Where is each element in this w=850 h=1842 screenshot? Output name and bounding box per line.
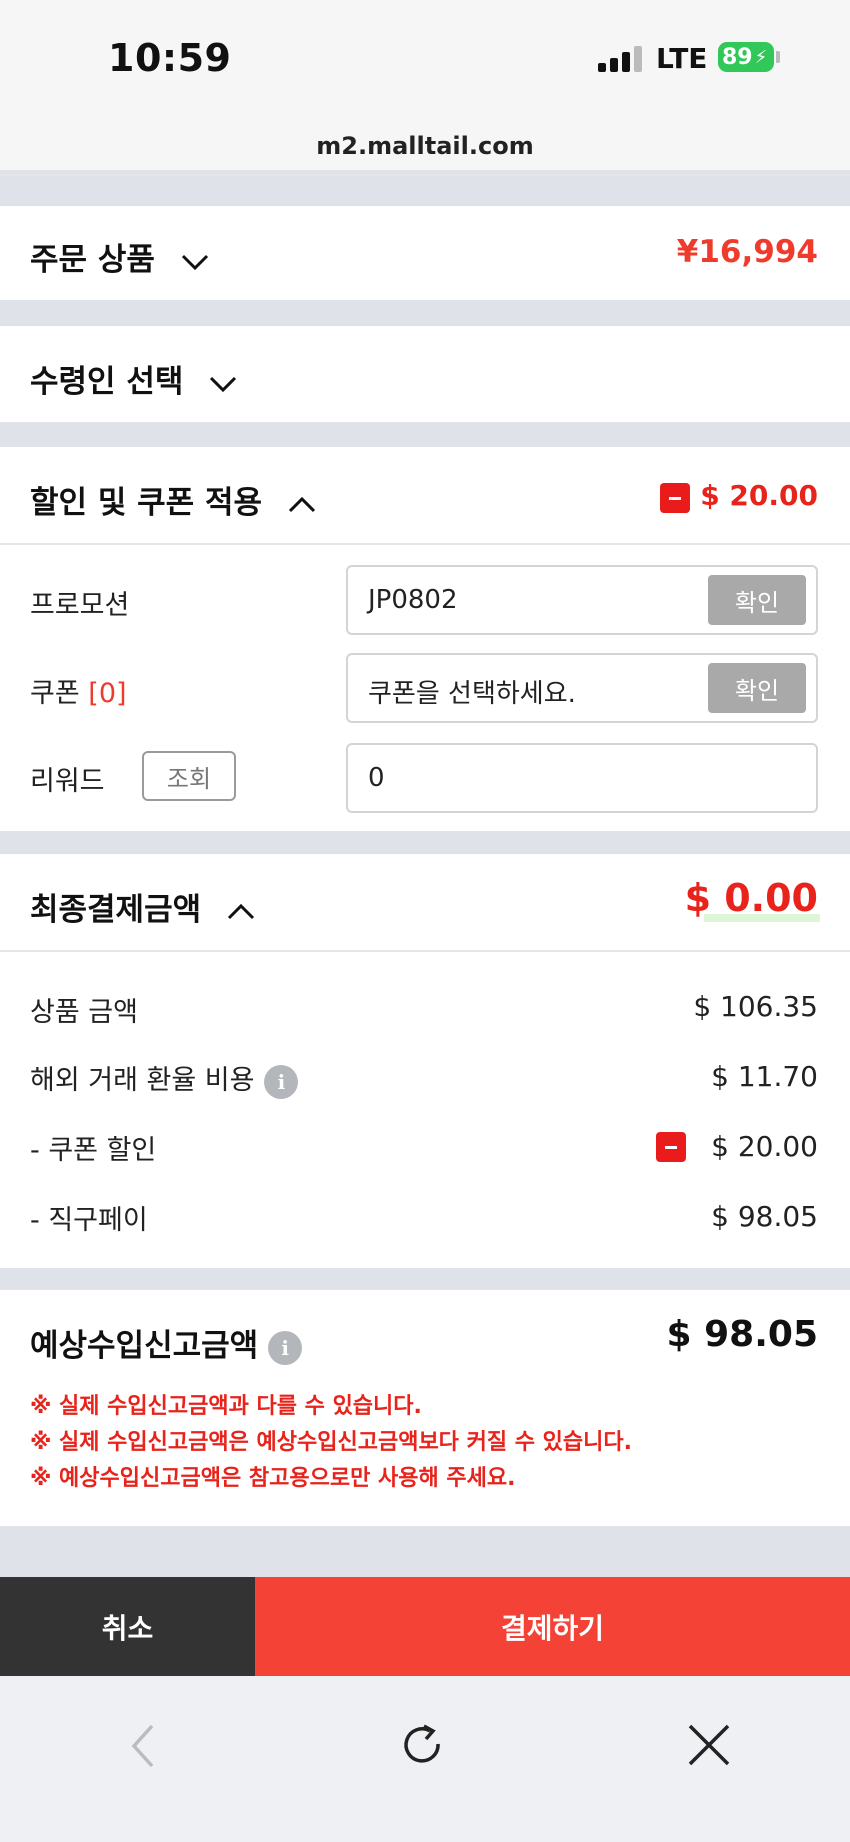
coupon-placeholder: 쿠폰을 선택하세요.: [368, 679, 576, 709]
minus-icon: [660, 483, 690, 513]
promotion-input[interactable]: JP0802 확인: [346, 565, 818, 635]
order-items-header[interactable]: 주문 상품: [30, 234, 210, 279]
reward-label: 리워드 조회: [30, 751, 236, 801]
fx-fee-value: $ 11.70: [711, 1060, 818, 1093]
coupon-discount-value: $ 20.00: [711, 1130, 818, 1163]
discount-amount: $ 20.00: [700, 479, 818, 512]
coupon-label: 쿠폰 [0]: [30, 671, 127, 710]
import-declaration-title: 예상수입신고금액: [30, 1328, 259, 1364]
import-declaration-section: 예상수입신고금액 i $ 98.05 ※ 실제 수입신고금액과 다를 수 있습니다…: [0, 1290, 850, 1526]
import-declaration-amount: $ 98.05: [666, 1314, 818, 1355]
coupon-count: [0]: [88, 678, 127, 709]
status-time: 10:59: [108, 36, 232, 80]
network-type: LTE: [656, 42, 708, 75]
promotion-value: JP0802: [368, 585, 458, 615]
final-payment-title: 최종결제금액: [30, 892, 202, 928]
browser-toolbar: [0, 1676, 850, 1842]
chevron-down-icon: [210, 376, 237, 392]
minus-icon: [656, 1132, 686, 1162]
notice-line: ※ 예상수입신고금액은 참고용으로만 사용해 주세요.: [30, 1466, 516, 1491]
order-items-amount: ¥16,994: [676, 234, 818, 270]
discount-title: 할인 및 쿠폰 적용: [30, 485, 263, 521]
chevron-up-icon: [227, 903, 254, 919]
import-declaration-header: 예상수입신고금액 i: [30, 1320, 303, 1365]
coupon-discount-label: - 쿠폰 할인: [30, 1135, 157, 1166]
reward-value: 0: [368, 763, 385, 793]
promotion-confirm-button[interactable]: 확인: [708, 575, 806, 625]
battery-icon: 89 ⚡: [718, 42, 774, 72]
order-items-section[interactable]: 주문 상품 ¥16,994: [0, 206, 850, 300]
pay-button[interactable]: 결제하기: [255, 1577, 850, 1676]
close-icon[interactable]: [686, 1722, 732, 1768]
promotion-label: 프로모션: [30, 590, 130, 621]
divider: [0, 543, 850, 545]
recipient-section[interactable]: 수령인 선택: [0, 326, 850, 422]
discount-section: 할인 및 쿠폰 적용 $ 20.00 프로모션 JP0802 확인 쿠폰 [0]…: [0, 447, 850, 831]
notice-line: ※ 실제 수입신고금액은 예상수입신고금액보다 커질 수 있습니다.: [30, 1430, 632, 1455]
fx-fee-label: 해외 거래 환율 비용 i: [30, 1058, 299, 1099]
reward-lookup-button[interactable]: 조회: [142, 751, 236, 801]
chevron-down-icon: [181, 254, 208, 270]
jikgupay-label: - 직구페이: [30, 1205, 148, 1236]
address-bar[interactable]: m2.malltail.com: [0, 132, 850, 160]
fx-fee-label-text: 해외 거래 환율 비용: [30, 1065, 255, 1096]
reload-icon[interactable]: [400, 1722, 448, 1770]
bottom-action-bar: 취소 결제하기: [0, 1577, 850, 1676]
product-amount-label: 상품 금액: [30, 997, 138, 1028]
info-icon[interactable]: i: [268, 1330, 303, 1365]
notice-line: ※ 실제 수입신고금액과 다를 수 있습니다.: [30, 1394, 422, 1419]
final-payment-section: 최종결제금액 $ 0.00 상품 금액 $ 106.35 해외 거래 환율 비용…: [0, 854, 850, 1268]
back-icon[interactable]: [124, 1722, 164, 1770]
recipient-header[interactable]: 수령인 선택: [30, 356, 238, 401]
battery-tip: [776, 51, 780, 63]
info-icon[interactable]: i: [264, 1064, 299, 1099]
battery-level: 89: [722, 44, 753, 70]
final-payment-header[interactable]: 최종결제금액: [30, 884, 256, 929]
coupon-select[interactable]: 쿠폰을 선택하세요. 확인: [346, 653, 818, 723]
discount-header[interactable]: 할인 및 쿠폰 적용: [30, 477, 317, 522]
coupon-confirm-button[interactable]: 확인: [708, 663, 806, 713]
recipient-title: 수령인 선택: [30, 364, 184, 400]
order-items-title: 주문 상품: [30, 242, 155, 278]
jikgupay-value: $ 98.05: [711, 1200, 818, 1233]
reward-label-text: 리워드: [30, 766, 105, 797]
chevron-up-icon: [288, 496, 315, 512]
reward-input[interactable]: 0: [346, 743, 818, 813]
coupon-label-text: 쿠폰: [30, 678, 80, 709]
status-bar: 10:59 LTE 89 ⚡ m2.malltail.com: [0, 0, 850, 170]
amount-highlight: [704, 914, 820, 922]
product-amount-value: $ 106.35: [693, 990, 818, 1023]
divider: [0, 950, 850, 952]
divider: [0, 174, 850, 176]
signal-icon: [598, 44, 644, 72]
cancel-button[interactable]: 취소: [0, 1577, 255, 1676]
